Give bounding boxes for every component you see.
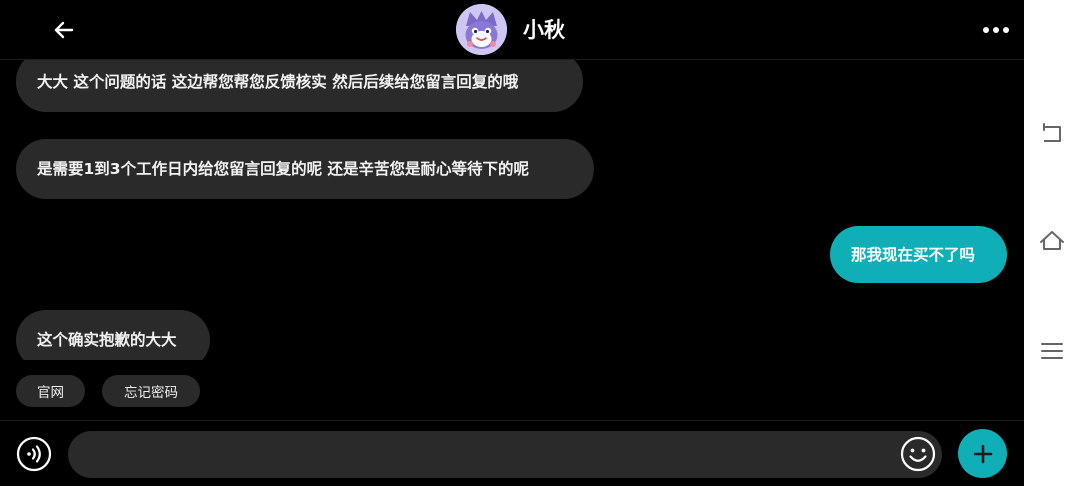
page-title: 小秋 xyxy=(523,18,565,42)
chat-header: 小秋 xyxy=(0,0,1024,60)
quick-reply-chip[interactable]: 官网 xyxy=(16,375,85,407)
message-input[interactable] xyxy=(68,431,942,478)
back-button[interactable] xyxy=(46,12,82,48)
voice-input-button[interactable] xyxy=(16,436,52,472)
message-text: 这个确实抱歉的大大 xyxy=(37,331,177,349)
nav-home-button[interactable] xyxy=(1038,227,1066,255)
message-text: 大大 这个问题的话 这边帮您帮您反馈核实 然后后续给您留言回复的哦 xyxy=(37,72,519,91)
nav-back-button[interactable] xyxy=(1038,119,1066,147)
arrow-left-icon xyxy=(54,21,74,39)
message-bubble-outgoing: 那我现在买不了吗 xyxy=(830,226,1007,283)
system-navigation-bar xyxy=(1024,0,1080,486)
mascot-avatar-icon xyxy=(456,4,507,55)
nav-home-icon xyxy=(1040,231,1064,250)
message-bubble-incoming: 这个确实抱歉的大大 xyxy=(16,310,210,360)
more-horizontal-icon xyxy=(983,27,989,33)
message-text: 那我现在买不了吗 xyxy=(851,245,976,264)
more-horizontal-icon xyxy=(993,27,999,33)
chat-screen: 大大 这个问题的话 这边帮您帮您反馈核实 然后后续给您留言回复的哦 是需要1到3… xyxy=(0,0,1024,486)
add-attachment-button[interactable] xyxy=(958,429,1007,478)
input-bar xyxy=(0,420,1024,486)
voice-input-icon xyxy=(16,436,52,472)
message-bubble-incoming: 是需要1到3个工作日内给您留言回复的呢 还是辛苦您是耐心等待下的呢 xyxy=(16,139,594,199)
emoji-icon xyxy=(900,436,936,472)
nav-menu-icon xyxy=(1041,343,1063,359)
emoji-button[interactable] xyxy=(900,436,936,472)
nav-back-icon xyxy=(1043,123,1061,142)
more-horizontal-icon xyxy=(1003,27,1009,33)
more-options-button[interactable] xyxy=(976,15,1016,45)
plus-icon xyxy=(973,444,992,463)
avatar[interactable] xyxy=(456,4,507,55)
message-text: 是需要1到3个工作日内给您留言回复的呢 还是辛苦您是耐心等待下的呢 xyxy=(37,160,529,178)
message-bubble-incoming: 大大 这个问题的话 这边帮您帮您反馈核实 然后后续给您留言回复的哦 xyxy=(16,51,583,112)
quick-reply-chip[interactable]: 忘记密码 xyxy=(102,375,200,407)
nav-menu-button[interactable] xyxy=(1038,337,1066,365)
